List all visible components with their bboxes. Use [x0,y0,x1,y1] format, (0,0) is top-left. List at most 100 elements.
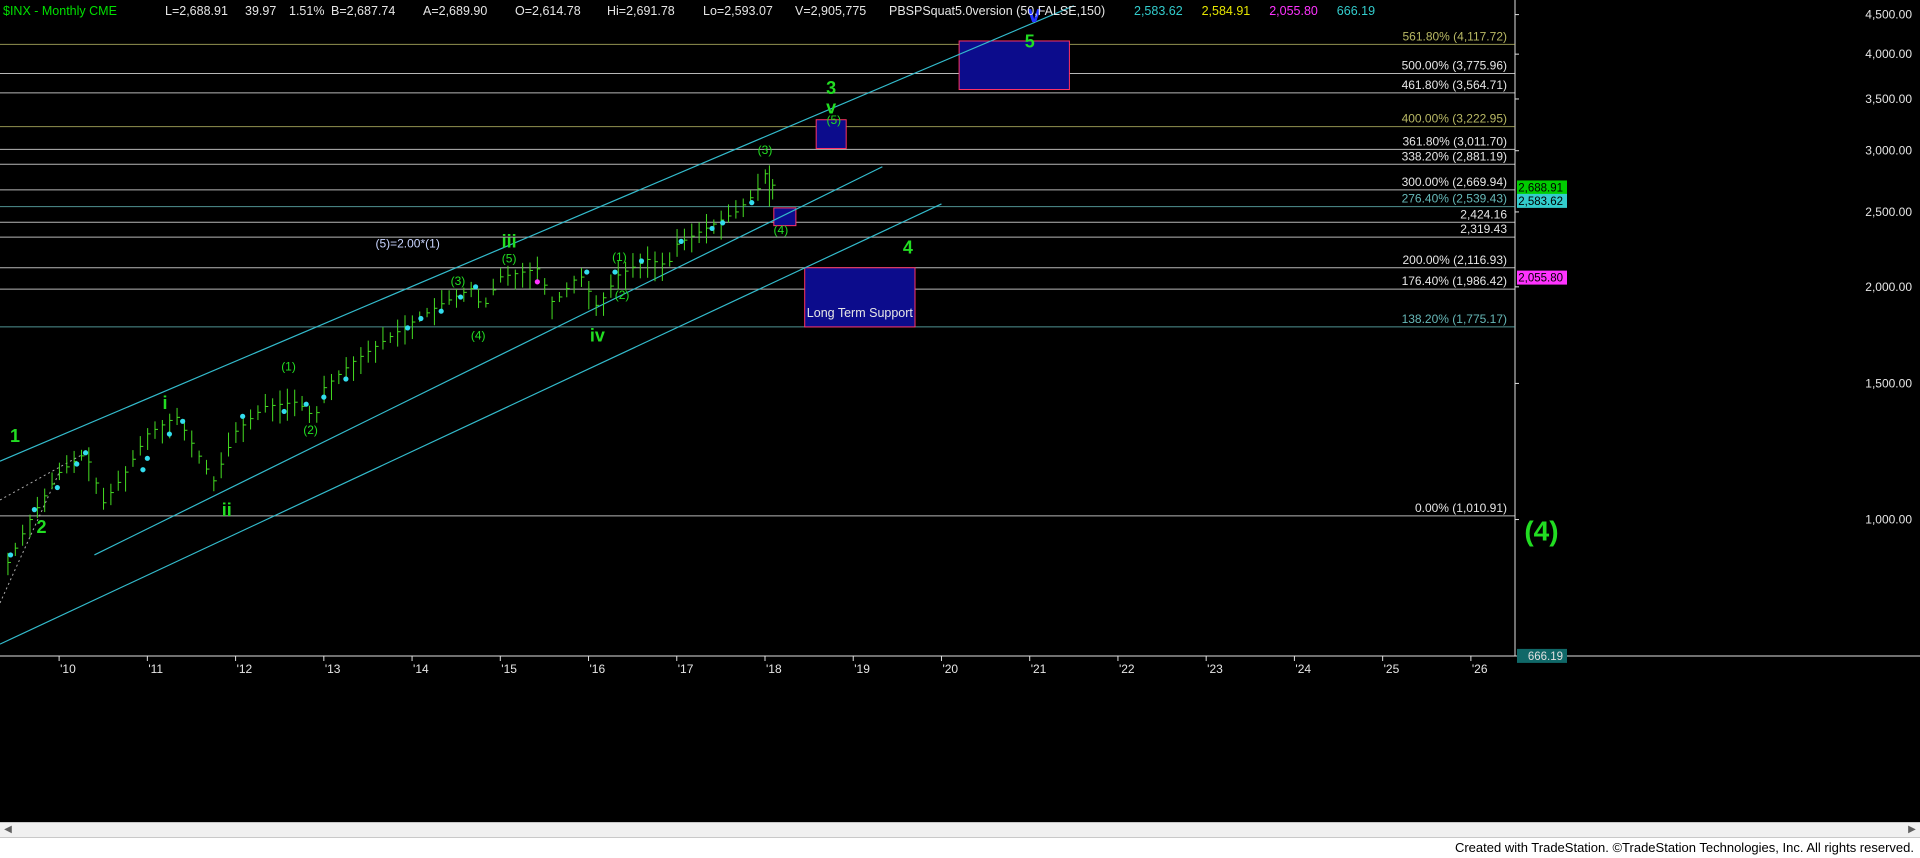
fib-level-label: 500.00% (3,775.96) [1402,58,1507,72]
pivot-dot [54,484,60,491]
wave-label: 1 [10,426,20,446]
x-tick-label: '12 [237,662,253,676]
header-field: 1.51% [289,4,324,18]
chart-area: 561.80% (4,117.72) 500.00% (3,775.96) 461.… [0,0,1920,822]
x-tick-label: '20 [942,662,958,676]
wave-label: ii [222,500,232,520]
fib-level-label: 2,319.43 [1460,222,1507,236]
fib-level-label: 2,424.16 [1460,207,1507,221]
pivot-dot [321,394,327,400]
pivot-dot [678,238,684,244]
y-tick-label: 4,500.00 [1865,8,1912,22]
pivot-dot [418,315,424,322]
x-tick-label: '16 [590,662,606,676]
x-tick-label: '18 [766,662,782,676]
wave-label: (4) [774,223,789,237]
pivot-dot [405,325,411,331]
wave-label: (3) [758,143,773,157]
fib-level-label: 138.20% (1,775.17) [1402,312,1507,326]
wave-label: iv [590,325,605,345]
pivot-dot [31,507,38,513]
scroll-left-icon[interactable]: ◀ [0,823,16,837]
pivot-dot [438,308,444,314]
footer: Created with TradeStation. ©TradeStation… [0,838,1920,858]
fib-level-label: 276.40% (2,539.43) [1402,192,1507,206]
x-tick-label: '21 [1031,662,1047,676]
magenta-dot [534,279,540,285]
wave-label: 2 [36,517,46,537]
pivot-dot [144,455,150,461]
pivot-dot [457,294,464,300]
indicator-value: 2,583.62 [1134,4,1183,18]
wave-label: (1) [612,250,627,264]
chart-background [0,0,1920,822]
wave-label: 4 [903,237,913,257]
header-field: O=2,614.78 [515,4,581,18]
pivot-dot [709,225,715,232]
wave-label: (5)=2.00*(1) [375,236,439,250]
wave-label: 5 [1025,31,1035,51]
wave-label: (5) [502,252,517,266]
x-tick-label: '23 [1207,662,1223,676]
pivot-dot [584,269,590,275]
price-badge-label: 666.19 [1528,651,1563,663]
header-field: 39.97 [245,4,276,18]
x-tick-label: '14 [413,662,429,676]
header-field: B=2,687.74 [331,4,395,18]
pivot-dot [140,467,146,473]
pivot-dot [343,376,349,382]
wave-label: (3) [451,274,466,288]
long-term-support-label: Long Term Support [807,306,914,320]
header-field: PBSPSquat5.0version (50,FALSE,150) [889,4,1105,18]
indicator-value: 666.19 [1337,4,1375,18]
fib-level-label: 338.20% (2,881.19) [1402,149,1507,163]
x-tick-label: '25 [1384,662,1400,676]
fib-level-label: 200.00% (2,116.93) [1402,253,1507,267]
indicator-value: 2,055.80 [1269,4,1318,18]
x-tick-label: '11 [148,662,163,676]
wave-label: iii [502,231,517,251]
header-field: L=2,688.91 [165,4,228,18]
wave-label: (1) [281,359,296,373]
x-tick-label: '13 [325,662,341,676]
pivot-dot [638,258,645,264]
y-tick-label: 2,000.00 [1865,280,1912,294]
price-badge-label: 2,688.91 [1518,182,1563,194]
pivot-dot [82,450,89,456]
y-tick-label: 3,000.00 [1865,144,1912,158]
indicator-value: 2,584.91 [1202,4,1251,18]
wave-label: v [826,98,836,118]
x-tick-label: '24 [1295,662,1311,676]
y-tick-label: 1,500.00 [1865,376,1912,390]
footer-credit: Created with TradeStation. ©TradeStation… [1454,840,1914,855]
wave-label: (2) [303,423,318,437]
x-tick-label: '26 [1472,662,1488,676]
pivot-dot [166,431,173,437]
x-tick-label: '15 [501,662,517,676]
x-tick-label: '19 [854,662,870,676]
symbol-title: $INX - Monthly CME [3,4,117,18]
fib-level-label: 561.80% (4,117.72) [1402,29,1507,43]
header-field: V=2,905,775 [795,4,866,18]
price-badge-label: 2,583.62 [1518,196,1563,208]
pivot-dot [240,413,246,419]
scroll-right-icon[interactable]: ▶ [1904,823,1920,837]
horizontal-scrollbar[interactable]: ◀ ▶ [0,822,1920,838]
wave-label: (4) [471,328,486,342]
header-field: A=2,689.90 [423,4,487,18]
wave-label: 3 [826,78,836,98]
pivot-dot [180,418,186,424]
pivot-dot [303,401,309,407]
price-badge-label: 2,055.80 [1518,273,1563,285]
header-field: Hi=2,691.78 [607,4,675,18]
x-tick-label: '17 [678,662,694,676]
fib-level-label: 300.00% (2,669.94) [1402,175,1507,189]
y-tick-label: 2,500.00 [1865,205,1912,219]
pivot-dot [281,408,287,415]
pivot-dot [720,220,726,226]
fib-level-label: 176.40% (1,986.42) [1402,274,1507,288]
wave-label: (2) [615,288,630,302]
wave-label: (4) [1524,515,1558,546]
pivot-dot [612,269,618,275]
y-tick-label: 3,500.00 [1865,92,1912,106]
